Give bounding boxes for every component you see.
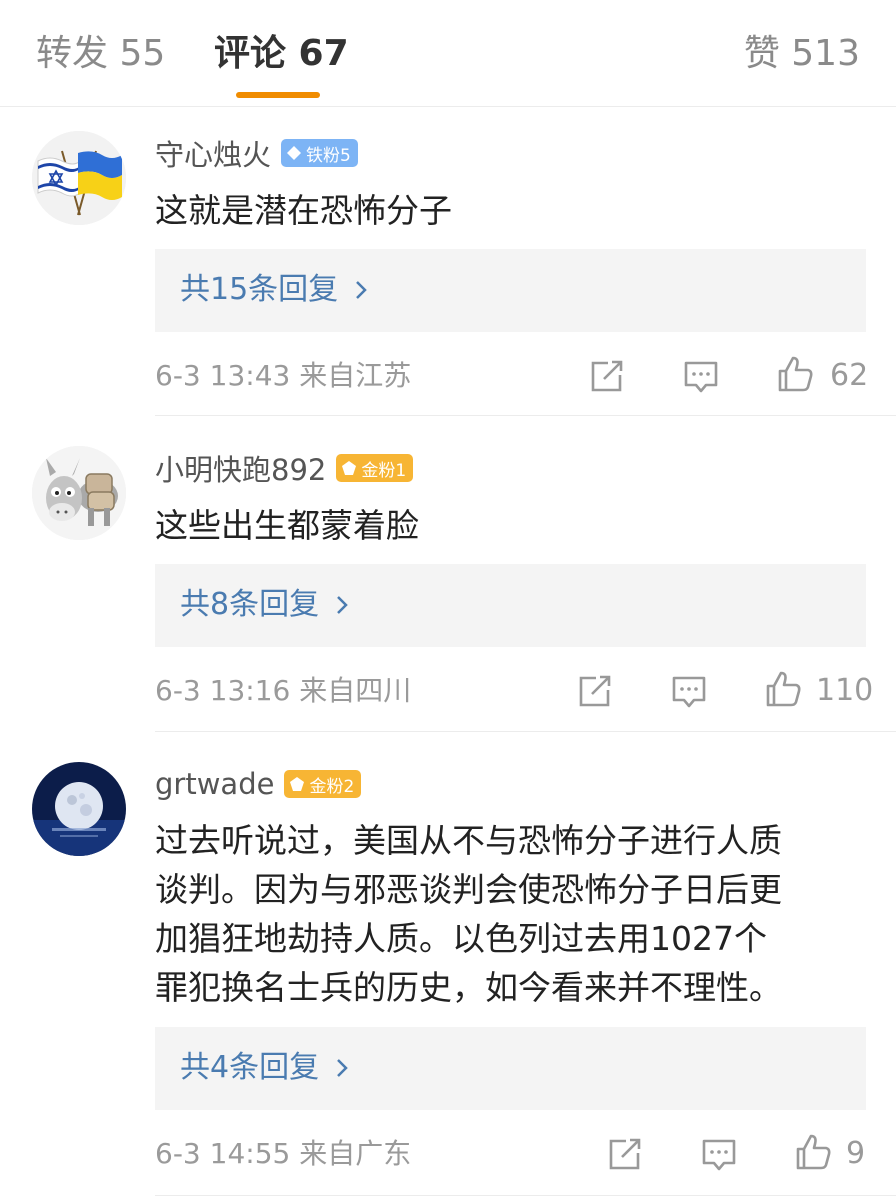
comment-divider bbox=[155, 731, 896, 732]
comment-location: 来自江苏 bbox=[299, 359, 412, 392]
israel-ukraine-flags-icon bbox=[32, 131, 126, 225]
fan-badge-label: 金粉1 bbox=[361, 460, 407, 481]
comment-time: 6-3 13:16 bbox=[155, 674, 291, 707]
chevron-right-icon bbox=[337, 1059, 348, 1077]
like-icon[interactable] bbox=[794, 1133, 832, 1171]
comment-divider bbox=[155, 1195, 896, 1196]
replies-box[interactable]: 共15条回复 bbox=[155, 249, 866, 332]
like-icon[interactable] bbox=[764, 670, 802, 708]
comment-icon[interactable] bbox=[670, 672, 708, 710]
comment-content-line: 加猖狂地劫持人质。以色列过去用1027个 bbox=[155, 919, 767, 958]
like-count: 62 bbox=[830, 358, 869, 393]
moon-icon bbox=[32, 762, 126, 856]
fan-badge[interactable]: 金粉2 bbox=[284, 770, 362, 798]
donkey-icon bbox=[32, 446, 126, 540]
comment-content-line: 罪犯换名士兵的历史，如今看来并不理性。 bbox=[155, 968, 782, 1007]
like-count: 9 bbox=[846, 1136, 866, 1171]
comment-content-line: 谈判。因为与邪恶谈判会使恐怖分子日后更 bbox=[155, 870, 782, 909]
comment-icon[interactable] bbox=[682, 357, 720, 395]
user-row: grtwade 金粉2 bbox=[155, 764, 362, 804]
tab-likes[interactable]: 赞 513 bbox=[744, 30, 860, 78]
comment-meta: 6-3 14:55 来自广东 bbox=[155, 1136, 411, 1172]
share-icon[interactable] bbox=[588, 357, 626, 395]
replies-count: 共15条回复 bbox=[180, 272, 339, 307]
chevron-right-icon bbox=[356, 281, 367, 299]
username[interactable]: grtwade bbox=[155, 767, 274, 801]
tab-repost[interactable]: 转发 55 bbox=[36, 30, 165, 78]
tab-comments[interactable]: 评论 67 bbox=[214, 30, 349, 78]
replies-count: 共8条回复 bbox=[180, 587, 320, 622]
crown-icon bbox=[290, 777, 305, 791]
comment-divider bbox=[155, 415, 896, 416]
user-row: 守心烛火 铁粉5 bbox=[155, 133, 358, 173]
avatar[interactable] bbox=[32, 446, 126, 540]
active-tab-indicator bbox=[236, 92, 320, 98]
fan-badge[interactable]: 铁粉5 bbox=[281, 139, 358, 167]
replies-count: 共4条回复 bbox=[180, 1050, 320, 1085]
fan-badge[interactable]: 金粉1 bbox=[336, 454, 414, 482]
comment-content: 过去听说过，美国从不与恐怖分子进行人质 谈判。因为与邪恶谈判会使恐怖分子日后更 … bbox=[155, 816, 870, 1012]
comment-location: 来自广东 bbox=[299, 1137, 412, 1170]
comment-time: 6-3 14:55 bbox=[155, 1137, 291, 1170]
comment-tabs: 转发 55 评论 67 赞 513 bbox=[0, 0, 896, 107]
username[interactable]: 守心烛火 bbox=[155, 132, 271, 174]
comment-meta: 6-3 13:43 来自江苏 bbox=[155, 358, 411, 394]
view-replies-link[interactable]: 共8条回复 bbox=[180, 585, 349, 625]
replies-box[interactable]: 共4条回复 bbox=[155, 1027, 866, 1110]
view-replies-link[interactable]: 共15条回复 bbox=[180, 270, 368, 310]
comment-time: 6-3 13:43 bbox=[155, 359, 291, 392]
user-row: 小明快跑892 金粉1 bbox=[155, 447, 414, 489]
share-icon[interactable] bbox=[606, 1135, 644, 1173]
diamond-icon bbox=[287, 146, 302, 160]
share-icon[interactable] bbox=[576, 672, 614, 710]
replies-box[interactable]: 共8条回复 bbox=[155, 564, 866, 647]
chevron-right-icon bbox=[337, 596, 348, 614]
like-count: 110 bbox=[816, 673, 874, 708]
avatar[interactable] bbox=[32, 131, 126, 225]
username[interactable]: 小明快跑892 bbox=[155, 447, 326, 489]
like-icon[interactable] bbox=[776, 355, 814, 393]
comment-icon[interactable] bbox=[700, 1135, 738, 1173]
comment-content: 这些出生都蒙着脸 bbox=[155, 506, 419, 545]
fan-badge-label: 铁粉5 bbox=[306, 145, 351, 166]
view-replies-link[interactable]: 共4条回复 bbox=[180, 1048, 349, 1088]
fan-badge-label: 金粉2 bbox=[309, 776, 355, 797]
comment-content-line: 过去听说过，美国从不与恐怖分子进行人质 bbox=[155, 821, 782, 860]
comment-meta: 6-3 13:16 来自四川 bbox=[155, 673, 411, 709]
comment-content: 这就是潜在恐怖分子 bbox=[155, 191, 452, 230]
comment-location: 来自四川 bbox=[299, 674, 412, 707]
avatar[interactable] bbox=[32, 762, 126, 856]
crown-icon bbox=[342, 461, 357, 475]
